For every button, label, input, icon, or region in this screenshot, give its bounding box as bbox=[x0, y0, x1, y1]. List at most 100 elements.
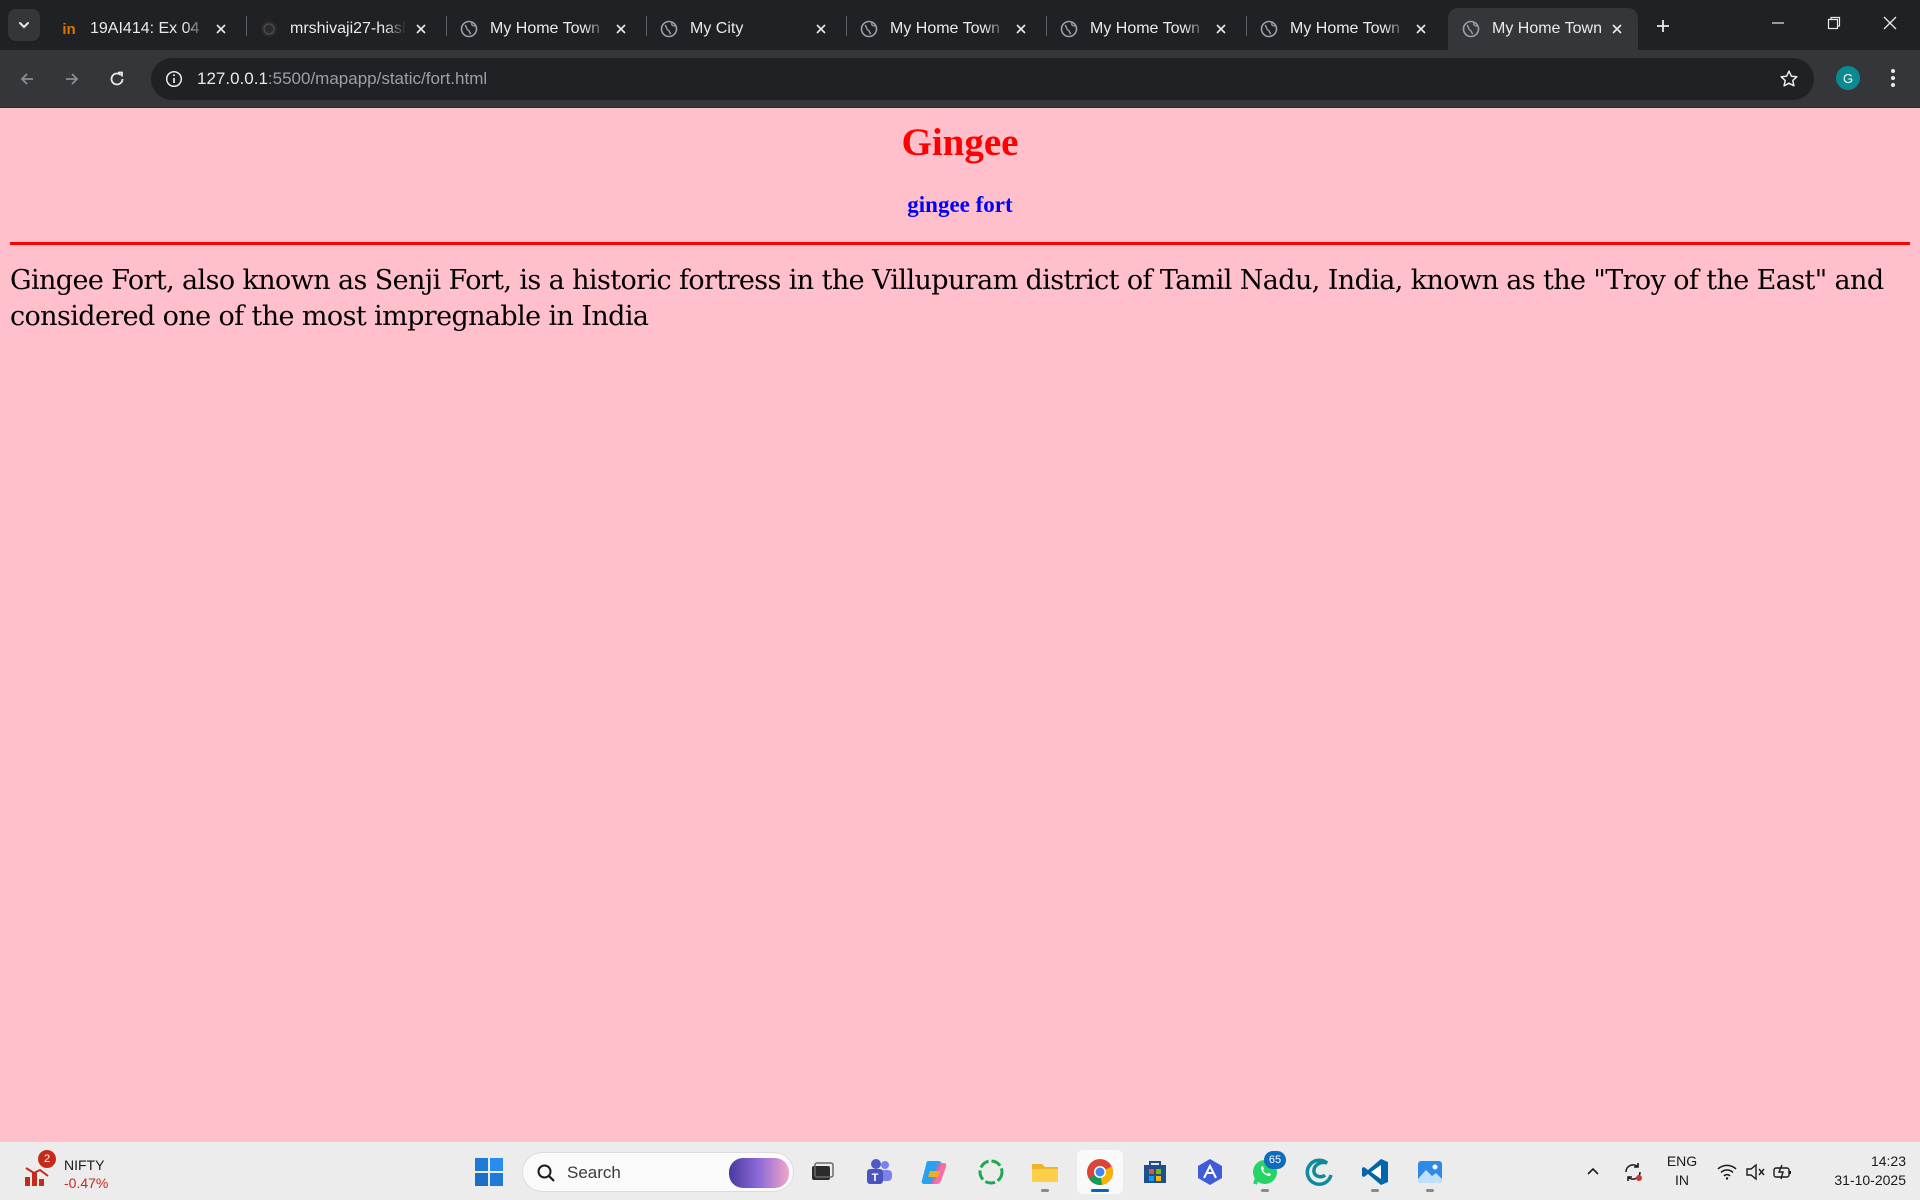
globe-icon bbox=[1060, 20, 1078, 38]
globe-icon bbox=[1462, 20, 1480, 38]
edge-app-icon[interactable] bbox=[1297, 1150, 1343, 1194]
stock-widget[interactable]: 2 NIFTY -0.47% bbox=[20, 1150, 130, 1194]
battery-charging-icon[interactable] bbox=[1770, 1150, 1796, 1194]
address-bar[interactable]: 127.0.0.1:5500/mapapp/static/fort.html bbox=[151, 58, 1814, 100]
url-text[interactable]: 127.0.0.1:5500/mapapp/static/fort.html bbox=[197, 69, 487, 89]
widget-change: -0.47% bbox=[64, 1175, 109, 1191]
open-indicator bbox=[1371, 1189, 1379, 1192]
url-path: :5500/mapapp/static/fort.html bbox=[267, 69, 488, 88]
tab-my-home-town-active[interactable]: My Home Town bbox=[1448, 8, 1638, 50]
back-button[interactable] bbox=[10, 62, 44, 96]
minimize-icon bbox=[1772, 22, 1784, 24]
close-icon[interactable] bbox=[410, 18, 432, 40]
tab-my-home-town[interactable]: My Home Town bbox=[1246, 8, 1442, 50]
search-label: Search bbox=[567, 1163, 621, 1182]
horizontal-rule bbox=[10, 242, 1910, 245]
windows-start-icon[interactable] bbox=[466, 1150, 512, 1194]
language-indicator[interactable]: ENG IN bbox=[1660, 1152, 1704, 1190]
github-icon bbox=[260, 20, 278, 38]
notification-badge: 2 bbox=[38, 1150, 56, 1168]
close-icon[interactable] bbox=[610, 18, 632, 40]
in-logo-icon: in bbox=[62, 20, 76, 38]
tab-title: My Home Town bbox=[490, 20, 600, 37]
clock-time: 14:23 bbox=[1870, 1153, 1906, 1169]
tab-title: My Home Town bbox=[1290, 20, 1400, 37]
tab-title: My Home Town bbox=[1090, 20, 1200, 37]
tab-title: My Home Town bbox=[890, 20, 1000, 37]
windows-taskbar: 2 NIFTY -0.47% Search T 65 ENG IN 14:23 … bbox=[0, 1141, 1920, 1200]
plus-icon bbox=[1657, 20, 1669, 32]
whatsapp-icon[interactable]: 65 bbox=[1242, 1150, 1288, 1194]
browser-menu-button[interactable] bbox=[1878, 62, 1908, 94]
tab-19ai414[interactable]: in 19AI414: Ex 04 - bbox=[46, 8, 242, 50]
page-paragraph: Gingee Fort, also known as Senji Fort, i… bbox=[10, 265, 1884, 332]
page-subtitle: gingee fort bbox=[907, 192, 1013, 217]
arc-icon[interactable] bbox=[1187, 1150, 1233, 1194]
reload-icon bbox=[110, 71, 124, 86]
search-highlight-image bbox=[729, 1158, 789, 1188]
tab-my-home-town[interactable]: My Home Town bbox=[1046, 8, 1242, 50]
profile-avatar[interactable]: G bbox=[1836, 66, 1860, 90]
tab-title: My Home Town bbox=[1492, 20, 1602, 37]
whatsapp-unread-badge: 65 bbox=[1264, 1151, 1286, 1169]
clock-date: 31-10-2025 bbox=[1834, 1172, 1906, 1188]
close-icon[interactable] bbox=[1606, 18, 1628, 40]
close-icon[interactable] bbox=[1410, 18, 1432, 40]
microsoft-store-icon[interactable] bbox=[1132, 1150, 1178, 1194]
teams-icon[interactable]: T bbox=[856, 1150, 902, 1194]
globe-icon bbox=[1260, 20, 1278, 38]
page-viewport: Gingee gingee fort Gingee Fort, also kno… bbox=[0, 108, 1920, 1141]
tab-strip: in 19AI414: Ex 04 - mrshivaji27-hash My … bbox=[0, 0, 1920, 50]
tab-title: mrshivaji27-hash bbox=[290, 20, 406, 37]
tab-my-city[interactable]: My City bbox=[646, 8, 842, 50]
new-tab-button[interactable] bbox=[1648, 11, 1678, 41]
volume-muted-icon[interactable] bbox=[1742, 1150, 1768, 1194]
tab-title: My City bbox=[690, 20, 744, 37]
globe-icon bbox=[660, 20, 678, 38]
bookmark-star-icon[interactable] bbox=[1776, 66, 1802, 92]
tab-title: 19AI414: Ex 04 - bbox=[90, 20, 206, 37]
refresh-app-icon[interactable] bbox=[968, 1150, 1014, 1194]
close-icon[interactable] bbox=[810, 18, 832, 40]
minimize-button[interactable] bbox=[1750, 0, 1806, 46]
sync-icon[interactable] bbox=[1618, 1150, 1648, 1194]
close-icon[interactable] bbox=[210, 18, 232, 40]
url-host: 127.0.0.1 bbox=[197, 69, 268, 88]
close-icon[interactable] bbox=[1210, 18, 1232, 40]
region-code: IN bbox=[1675, 1172, 1689, 1188]
task-view-icon[interactable] bbox=[799, 1150, 845, 1194]
chevron-down-icon bbox=[19, 22, 29, 29]
taskbar-search[interactable]: Search bbox=[522, 1152, 794, 1192]
tab-my-home-town[interactable]: My Home Town bbox=[846, 8, 1042, 50]
globe-icon bbox=[860, 20, 878, 38]
system-clock[interactable]: 14:23 31-10-2025 bbox=[1810, 1152, 1906, 1190]
vscode-icon[interactable] bbox=[1352, 1150, 1398, 1194]
browser-toolbar: 127.0.0.1:5500/mapapp/static/fort.html bbox=[0, 50, 1920, 108]
widget-title: NIFTY bbox=[64, 1157, 105, 1173]
close-icon bbox=[1883, 16, 1897, 30]
tab-search-button[interactable] bbox=[8, 9, 40, 41]
photos-icon[interactable] bbox=[1407, 1150, 1453, 1194]
open-indicator bbox=[1426, 1189, 1434, 1192]
reload-button[interactable] bbox=[100, 62, 134, 96]
site-info-icon[interactable] bbox=[161, 66, 187, 92]
forward-button[interactable] bbox=[55, 62, 89, 96]
wifi-icon[interactable] bbox=[1714, 1150, 1740, 1194]
tab-github[interactable]: mrshivaji27-hash bbox=[246, 8, 442, 50]
chevron-up-icon[interactable] bbox=[1578, 1150, 1608, 1194]
arrow-right-icon bbox=[66, 73, 79, 85]
search-icon bbox=[535, 1162, 557, 1184]
close-icon[interactable] bbox=[1010, 18, 1032, 40]
copilot-icon[interactable] bbox=[912, 1150, 958, 1194]
more-vertical-icon bbox=[1891, 69, 1895, 87]
close-window-button[interactable] bbox=[1862, 0, 1918, 46]
svg-text:T: T bbox=[872, 1172, 879, 1184]
arrow-left-icon bbox=[20, 73, 33, 85]
file-explorer-icon[interactable] bbox=[1022, 1150, 1068, 1194]
page-title: Gingee bbox=[901, 121, 1019, 164]
restore-button[interactable] bbox=[1806, 0, 1862, 46]
tab-my-home-town[interactable]: My Home Town bbox=[446, 8, 642, 50]
active-indicator bbox=[1091, 1189, 1109, 1192]
globe-icon bbox=[460, 20, 478, 38]
chrome-icon[interactable] bbox=[1077, 1150, 1123, 1194]
